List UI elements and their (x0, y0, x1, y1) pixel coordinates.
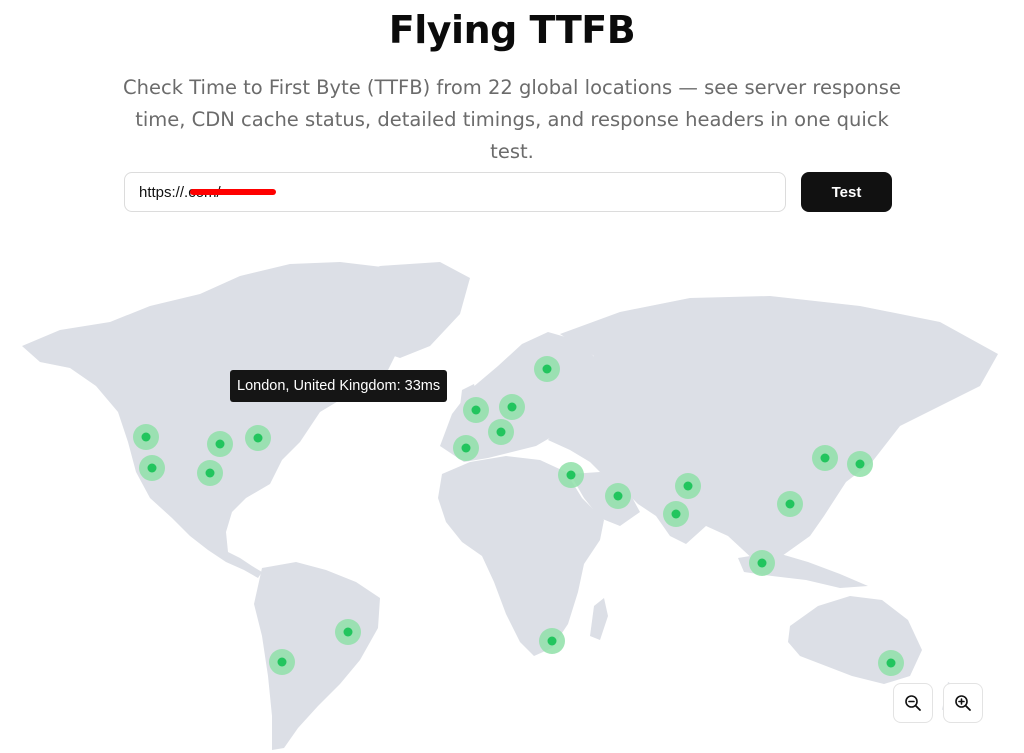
location-marker[interactable] (133, 424, 159, 450)
location-marker[interactable] (269, 649, 295, 675)
location-marker[interactable] (488, 419, 514, 445)
zoom-in-icon (955, 695, 971, 711)
location-marker[interactable] (207, 431, 233, 457)
location-marker[interactable] (675, 473, 701, 499)
location-marker[interactable] (812, 445, 838, 471)
location-marker[interactable] (463, 397, 489, 423)
location-marker[interactable] (453, 435, 479, 461)
madagascar (590, 598, 608, 640)
location-marker[interactable] (534, 356, 560, 382)
location-marker[interactable] (663, 501, 689, 527)
location-marker[interactable] (139, 455, 165, 481)
zoom-out-icon (905, 695, 921, 711)
zoom-in-button[interactable] (943, 683, 983, 723)
location-marker[interactable] (335, 619, 361, 645)
location-marker[interactable] (197, 460, 223, 486)
world-map[interactable] (0, 236, 1024, 753)
world-map-svg (22, 262, 998, 750)
location-marker[interactable] (749, 550, 775, 576)
australia (788, 596, 922, 684)
page-subtitle: Check Time to First Byte (TTFB) from 22 … (123, 76, 901, 163)
location-marker[interactable] (605, 483, 631, 509)
location-marker[interactable] (847, 451, 873, 477)
redaction-mark (190, 189, 276, 195)
test-button[interactable]: Test (801, 172, 892, 212)
location-marker[interactable] (245, 425, 271, 451)
location-marker[interactable] (878, 650, 904, 676)
location-marker[interactable] (558, 462, 584, 488)
zoom-out-button[interactable] (893, 683, 933, 723)
page-title: Flying TTFB (388, 8, 636, 52)
location-marker[interactable] (777, 491, 803, 517)
location-marker[interactable] (499, 394, 525, 420)
location-marker[interactable] (539, 628, 565, 654)
land-masses (22, 262, 998, 750)
location-tooltip: London, United Kingdom: 33ms (230, 370, 448, 402)
